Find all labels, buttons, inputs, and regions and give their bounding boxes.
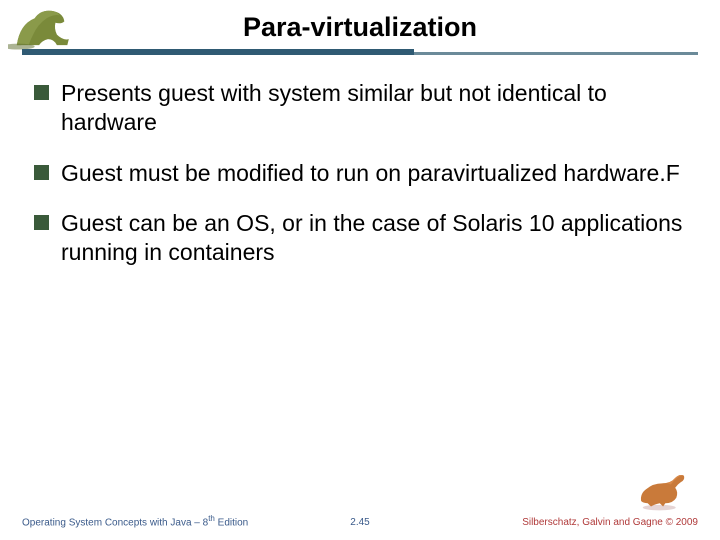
- footer-left: Operating System Concepts with Java – 8t…: [22, 514, 248, 528]
- bullet-text: Presents guest with system similar but n…: [61, 79, 686, 137]
- footer-page-number: 2.45: [350, 517, 369, 528]
- bullet-item: Presents guest with system similar but n…: [34, 79, 686, 137]
- slide-footer: Operating System Concepts with Java – 8t…: [0, 514, 720, 528]
- square-bullet-icon: [34, 165, 49, 180]
- title-underline: [22, 49, 698, 57]
- dinosaur-top-icon: [8, 2, 88, 54]
- square-bullet-icon: [34, 215, 49, 230]
- bullet-item: Guest must be modified to run on paravir…: [34, 159, 686, 188]
- dinosaur-bottom-icon: [632, 468, 692, 512]
- slide-content: Presents guest with system similar but n…: [0, 57, 720, 267]
- footer-copyright: Silberschatz, Galvin and Gagne © 2009: [522, 517, 698, 528]
- footer-book-title-a: Operating System Concepts with Java – 8: [22, 517, 208, 528]
- slide-header: Para-virtualization: [0, 0, 720, 57]
- square-bullet-icon: [34, 85, 49, 100]
- slide-title: Para-virtualization: [0, 12, 720, 49]
- footer-edition-sup: th: [208, 514, 215, 523]
- footer-book-title-b: Edition: [215, 517, 248, 528]
- bullet-text: Guest must be modified to run on paravir…: [61, 159, 680, 188]
- bullet-item: Guest can be an OS, or in the case of So…: [34, 209, 686, 267]
- bullet-text: Guest can be an OS, or in the case of So…: [61, 209, 686, 267]
